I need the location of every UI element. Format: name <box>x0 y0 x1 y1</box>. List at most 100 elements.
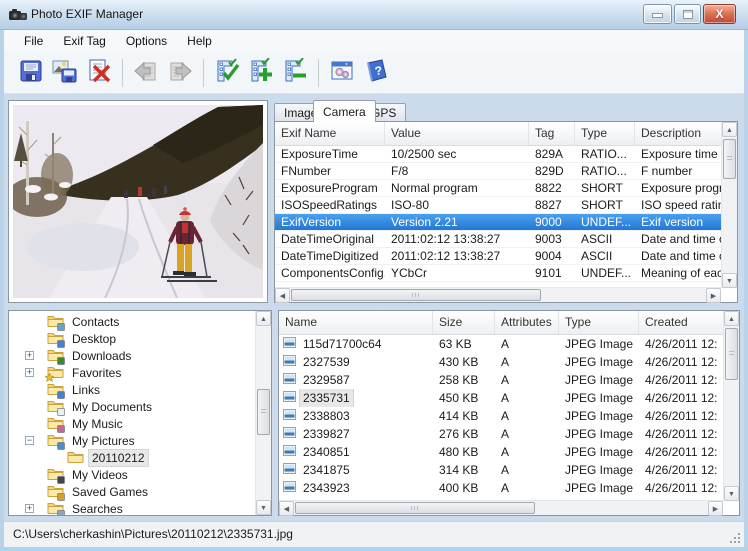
column-header-type[interactable]: Type <box>575 122 635 145</box>
save-image-button[interactable] <box>48 56 81 90</box>
file-size-cell: 400 KB <box>433 479 495 497</box>
exif-cell: RATIO... <box>575 163 635 179</box>
exif-cell: Normal program <box>385 180 529 196</box>
column-header-created[interactable]: Created <box>639 311 723 334</box>
toolbar-separator <box>122 59 123 87</box>
downloads-folder-icon <box>47 347 64 364</box>
files-horizontal-scrollbar[interactable]: ◀ ▶ <box>279 500 723 515</box>
tree-vertical-scrollbar[interactable]: ▲ ▼ <box>255 311 271 515</box>
add-tag-button[interactable] <box>244 56 277 90</box>
file-type-cell: JPEG Image <box>559 461 639 479</box>
resize-grip[interactable] <box>738 541 740 543</box>
file-row-2340851[interactable]: 2340851480 KBAJPEG Image4/26/2011 12: <box>279 443 723 461</box>
tree-item-my-videos[interactable]: My Videos <box>9 466 255 483</box>
scroll-up-icon[interactable]: ▲ <box>722 122 737 137</box>
menu-item-options[interactable]: Options <box>116 30 177 52</box>
tree-item-my-documents[interactable]: My Documents <box>9 398 255 415</box>
scroll-up-icon[interactable]: ▲ <box>724 311 739 326</box>
exif-vertical-scrollbar[interactable]: ▲ ▼ <box>721 122 737 288</box>
expand-plus-icon[interactable]: + <box>25 368 34 377</box>
scroll-left-icon[interactable]: ◀ <box>279 501 294 516</box>
tree-item-20110212[interactable]: 20110212 <box>9 449 255 466</box>
scroll-down-icon[interactable]: ▼ <box>722 273 737 288</box>
tree-item-links[interactable]: Links <box>9 381 255 398</box>
file-row-2329587[interactable]: 2329587258 KBAJPEG Image4/26/2011 12: <box>279 371 723 389</box>
scroll-left-icon[interactable]: ◀ <box>275 288 290 303</box>
tree-item-favorites[interactable]: +Favorites <box>9 364 255 381</box>
file-row-2338803[interactable]: 2338803414 KBAJPEG Image4/26/2011 12: <box>279 407 723 425</box>
exif-cell: Meaning of each <box>635 265 721 281</box>
tree-vscroll-thumb[interactable] <box>257 389 270 435</box>
tree-item-contacts[interactable]: Contacts <box>9 313 255 330</box>
scroll-right-icon[interactable]: ▶ <box>706 288 721 303</box>
file-row-115d71700c64[interactable]: 115d71700c6463 KBAJPEG Image4/26/2011 12… <box>279 335 723 353</box>
save-icon <box>18 58 44 87</box>
minimize-button[interactable] <box>643 4 672 24</box>
file-row-2341875[interactable]: 2341875314 KBAJPEG Image4/26/2011 12: <box>279 461 723 479</box>
file-row-2339827[interactable]: 2339827276 KBAJPEG Image4/26/2011 12: <box>279 425 723 443</box>
file-name-cell: 2335731 <box>279 389 433 407</box>
close-button[interactable] <box>703 4 736 24</box>
exif-row-componentsconfig-[interactable]: ComponentsConfig...YCbCr9101UNDEF...Mean… <box>275 265 721 282</box>
delete-exif-button[interactable] <box>82 56 115 90</box>
tree-item-searches[interactable]: +Searches <box>9 500 255 515</box>
menu-item-help[interactable]: Help <box>177 30 222 52</box>
exif-row-exifversion[interactable]: ExifVersionVersion 2.219000UNDEF...Exif … <box>275 214 721 231</box>
exif-cell: Exposure progra <box>635 180 721 196</box>
scroll-up-icon[interactable]: ▲ <box>256 311 271 326</box>
column-header-tag[interactable]: Tag <box>529 122 575 145</box>
exif-row-exposuretime[interactable]: ExposureTime10/2500 sec829ARATIO...Expos… <box>275 146 721 163</box>
tree-item-label: Downloads <box>69 348 134 364</box>
tree-item-my-pictures[interactable]: −My Pictures <box>9 432 255 449</box>
files-vertical-scrollbar[interactable]: ▲ ▼ <box>723 311 739 501</box>
file-row-2335731[interactable]: 2335731450 KBAJPEG Image4/26/2011 12: <box>279 389 723 407</box>
help-button[interactable]: ? <box>359 56 392 90</box>
expand-plus-icon[interactable]: + <box>25 504 34 513</box>
options-button[interactable] <box>325 56 358 90</box>
exif-hscroll-thumb[interactable] <box>291 289 541 301</box>
column-header-name[interactable]: Name <box>279 311 433 334</box>
menu-item-file[interactable]: File <box>14 30 53 52</box>
tree-item-downloads[interactable]: + Downloads <box>9 347 255 364</box>
photo-preview <box>13 105 263 298</box>
searches-folder-icon <box>47 500 64 515</box>
column-header-type[interactable]: Type <box>559 311 639 334</box>
save-button[interactable] <box>14 56 47 90</box>
tree-item-saved-games[interactable]: Saved Games <box>9 483 255 500</box>
exif-row-datetimedigitized[interactable]: DateTimeDigitized2011:02:12 13:38:279004… <box>275 248 721 265</box>
exif-table-body: ExposureTime10/2500 sec829ARATIO...Expos… <box>275 146 721 287</box>
collapse-minus-icon[interactable]: − <box>25 436 34 445</box>
restore-button[interactable] <box>674 4 701 24</box>
menu-item-exif-tag[interactable]: Exif Tag <box>53 30 115 52</box>
tree-item-my-music[interactable]: My Music <box>9 415 255 432</box>
column-header-size[interactable]: Size <box>433 311 495 334</box>
files-hscroll-thumb[interactable] <box>295 502 535 514</box>
exif-vscroll-thumb[interactable] <box>723 139 736 179</box>
column-header-exif-name[interactable]: Exif Name <box>275 122 385 145</box>
apply-tags-button[interactable] <box>210 56 243 90</box>
column-header-value[interactable]: Value <box>385 122 529 145</box>
tab-camera[interactable]: Camera <box>313 100 376 122</box>
tree-item-label: 20110212 <box>89 450 148 466</box>
exif-row-datetimeoriginal[interactable]: DateTimeOriginal2011:02:12 13:38:279003A… <box>275 231 721 248</box>
column-header-description[interactable]: Description <box>635 122 721 145</box>
scroll-down-icon[interactable]: ▼ <box>256 500 271 515</box>
files-vscroll-thumb[interactable] <box>725 328 738 380</box>
remove-tag-button[interactable] <box>278 56 311 90</box>
window-border-left <box>0 30 4 551</box>
exif-row-exposureprogram[interactable]: ExposureProgramNormal program8822SHORTEx… <box>275 180 721 197</box>
contacts-folder-icon <box>47 313 64 330</box>
file-row-2343923[interactable]: 2343923400 KBAJPEG Image4/26/2011 12: <box>279 479 723 497</box>
expand-plus-icon[interactable]: + <box>25 351 34 360</box>
exif-row-fnumber[interactable]: FNumberF/8829DRATIO...F number <box>275 163 721 180</box>
exif-cell: 9004 <box>529 248 575 264</box>
column-header-attributes[interactable]: Attributes <box>495 311 559 334</box>
exif-row-isospeedratings[interactable]: ISOSpeedRatingsISO-808827SHORTISO speed … <box>275 197 721 214</box>
exif-horizontal-scrollbar[interactable]: ◀ ▶ <box>275 287 721 302</box>
tree-item-desktop[interactable]: Desktop <box>9 330 255 347</box>
scroll-right-icon[interactable]: ▶ <box>708 501 723 516</box>
file-row-2327539[interactable]: 2327539430 KBAJPEG Image4/26/2011 12: <box>279 353 723 371</box>
help-icon: ? <box>363 58 389 87</box>
desktop-folder-icon <box>47 330 64 347</box>
scroll-down-icon[interactable]: ▼ <box>724 486 739 501</box>
